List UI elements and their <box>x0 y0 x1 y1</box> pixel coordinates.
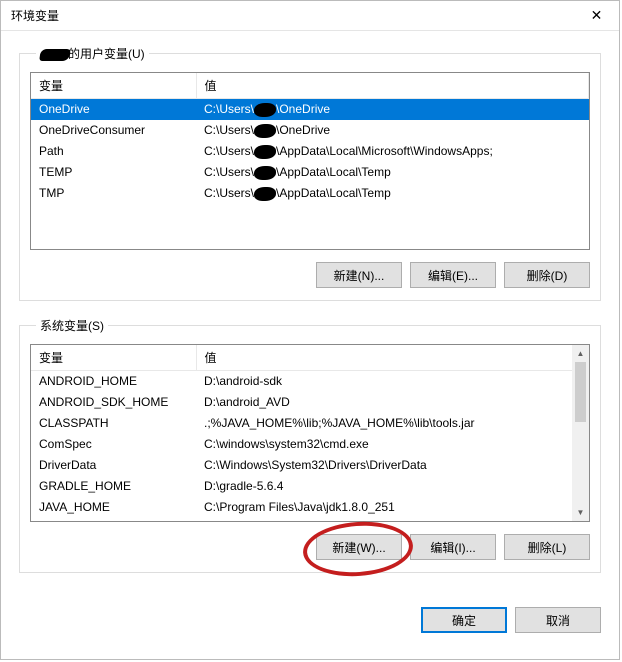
redacted-icon <box>254 103 276 117</box>
cancel-button[interactable]: 取消 <box>515 607 601 633</box>
ok-button[interactable]: 确定 <box>421 607 507 633</box>
close-icon: ✕ <box>591 7 603 24</box>
col-value[interactable]: 值 <box>196 73 589 99</box>
table-row[interactable]: TMPC:\Users\\AppData\Local\Temp <box>31 183 589 204</box>
var-name: DriverData <box>31 455 196 476</box>
system-new-button[interactable]: 新建(W)... <box>316 534 402 560</box>
scroll-up-icon[interactable]: ▲ <box>572 345 589 362</box>
table-row[interactable]: JAVA_HOMEC:\Program Files\Java\jdk1.8.0_… <box>31 497 589 518</box>
var-name: ANDROID_SDK_HOME <box>31 392 196 413</box>
user-vars-table[interactable]: 变量 值 OneDriveC:\Users\\OneDriveOneDriveC… <box>31 73 589 204</box>
user-delete-button[interactable]: 删除(D) <box>504 262 590 288</box>
var-value: C:\Users\\AppData\Local\Temp <box>196 183 589 204</box>
table-row[interactable]: ANDROID_HOMED:\android-sdk <box>31 371 589 392</box>
var-value: D:\android-sdk <box>196 371 589 392</box>
redacted-icon <box>254 145 276 159</box>
var-value: C:\Users\\AppData\Local\Temp <box>196 162 589 183</box>
var-value: C:\Program Files\Java\jdk1.8.0_251 <box>196 497 589 518</box>
user-vars-group: 的用户变量(U) 变量 值 OneDriveC:\Users\\OneDrive… <box>19 45 601 301</box>
var-name: ANDROID_HOME <box>31 371 196 392</box>
var-value: C:\Users\\OneDrive <box>196 99 589 120</box>
table-row[interactable]: ComSpecC:\windows\system32\cmd.exe <box>31 434 589 455</box>
user-vars-buttons: 新建(N)... 编辑(E)... 删除(D) <box>30 262 590 288</box>
table-row[interactable]: DriverDataC:\Windows\System32\Drivers\Dr… <box>31 455 589 476</box>
user-vars-legend: 的用户变量(U) <box>36 45 149 62</box>
titlebar: 环境变量 ✕ <box>1 1 619 31</box>
scroll-down-icon[interactable]: ▼ <box>572 504 589 521</box>
var-name: OneDrive <box>31 99 196 120</box>
var-value: C:\windows\system32\cmd.exe <box>196 434 589 455</box>
window-title: 环境变量 <box>11 7 59 24</box>
col-value[interactable]: 值 <box>196 345 589 371</box>
system-vars-table-wrap: 变量 值 ANDROID_HOMED:\android-sdkANDROID_S… <box>30 344 590 522</box>
var-name: OneDriveConsumer <box>31 120 196 141</box>
user-edit-button[interactable]: 编辑(E)... <box>410 262 496 288</box>
user-new-button[interactable]: 新建(N)... <box>316 262 402 288</box>
system-edit-button[interactable]: 编辑(I)... <box>410 534 496 560</box>
table-row[interactable]: ANDROID_SDK_HOMED:\android_AVD <box>31 392 589 413</box>
table-row[interactable]: OneDriveConsumerC:\Users\\OneDrive <box>31 120 589 141</box>
var-value: C:\Windows\System32\Drivers\DriverData <box>196 455 589 476</box>
table-row[interactable]: GRADLE_HOMED:\gradle-5.6.4 <box>31 476 589 497</box>
close-button[interactable]: ✕ <box>574 1 619 31</box>
redacted-icon <box>254 124 276 138</box>
dialog-content: 的用户变量(U) 变量 值 OneDriveC:\Users\\OneDrive… <box>1 31 619 599</box>
scroll-thumb[interactable] <box>575 362 586 422</box>
system-delete-button[interactable]: 删除(L) <box>504 534 590 560</box>
var-name: ComSpec <box>31 434 196 455</box>
var-value: D:\android_AVD <box>196 392 589 413</box>
table-row[interactable]: CLASSPATH.;%JAVA_HOME%\lib;%JAVA_HOME%\l… <box>31 413 589 434</box>
table-row[interactable]: TEMPC:\Users\\AppData\Local\Temp <box>31 162 589 183</box>
redacted-username-icon <box>39 49 71 61</box>
env-vars-dialog: 环境变量 ✕ 的用户变量(U) 变量 值 OneDriveC:\Users\\O… <box>0 0 620 660</box>
redacted-icon <box>254 166 276 180</box>
var-name: GRADLE_HOME <box>31 476 196 497</box>
col-variable[interactable]: 变量 <box>31 73 196 99</box>
var-value: C:\Users\\AppData\Local\Microsoft\Window… <box>196 141 589 162</box>
system-vars-group: 系统变量(S) 变量 值 ANDROID_HOMED:\android-sdkA… <box>19 317 601 573</box>
var-name: CLASSPATH <box>31 413 196 434</box>
system-vars-table[interactable]: 变量 值 ANDROID_HOMED:\android-sdkANDROID_S… <box>31 345 589 518</box>
system-vars-buttons: 新建(W)... 编辑(I)... 删除(L) <box>30 534 590 560</box>
dialog-footer: 确定 取消 <box>1 599 619 647</box>
var-value: .;%JAVA_HOME%\lib;%JAVA_HOME%\lib\tools.… <box>196 413 589 434</box>
var-name: JAVA_HOME <box>31 497 196 518</box>
var-name: TMP <box>31 183 196 204</box>
system-vars-legend: 系统变量(S) <box>36 317 108 334</box>
var-value: C:\Users\\OneDrive <box>196 120 589 141</box>
redacted-icon <box>254 187 276 201</box>
var-name: Path <box>31 141 196 162</box>
scrollbar[interactable]: ▲ ▼ <box>572 345 589 521</box>
user-vars-table-wrap: 变量 值 OneDriveC:\Users\\OneDriveOneDriveC… <box>30 72 590 250</box>
table-row[interactable]: PathC:\Users\\AppData\Local\Microsoft\Wi… <box>31 141 589 162</box>
table-row[interactable]: OneDriveC:\Users\\OneDrive <box>31 99 589 120</box>
var-value: D:\gradle-5.6.4 <box>196 476 589 497</box>
var-name: TEMP <box>31 162 196 183</box>
col-variable[interactable]: 变量 <box>31 345 196 371</box>
